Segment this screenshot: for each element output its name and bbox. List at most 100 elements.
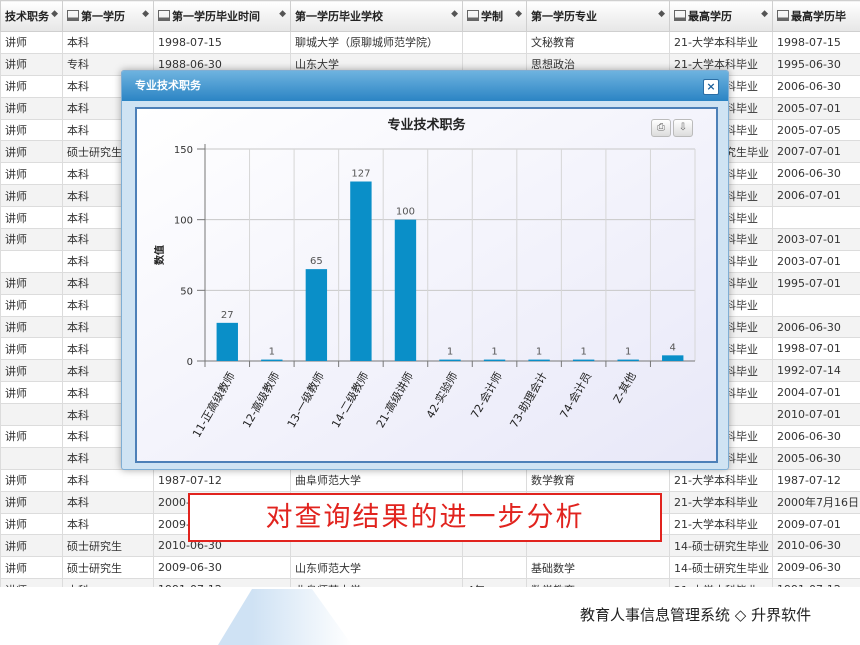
table-cell: 曲阜师范大学 — [290, 468, 463, 492]
table-cell: 硕士研究生 — [62, 556, 154, 580]
x-tick-label: 42-实验师 — [423, 370, 461, 421]
bar — [528, 359, 550, 362]
table-cell — [462, 468, 527, 492]
column-header[interactable]: 第一学历毕业学校 ◆ — [290, 0, 463, 32]
sort-icon[interactable]: ◆ — [279, 9, 286, 19]
chart-icon[interactable] — [777, 10, 789, 21]
print-icon[interactable]: ⎙ — [651, 119, 671, 137]
table-cell: 基础数学 — [526, 556, 670, 580]
column-header[interactable]: 第一学历专业 ◆ — [526, 0, 670, 32]
table-row[interactable]: 讲师 本科 1987-07-12 曲阜师范大学 数学教育 21-大学本科毕业 1987-07… — [0, 468, 860, 492]
table-cell: 2009-06-30 — [772, 556, 860, 580]
column-header-label: 第一学历 — [81, 10, 125, 23]
chart-icon[interactable] — [467, 10, 479, 21]
table-cell — [0, 403, 63, 427]
table-cell: 2006-07-01 — [772, 184, 860, 208]
sort-icon[interactable]: ◆ — [515, 9, 522, 19]
bar — [350, 181, 372, 361]
bar — [662, 355, 684, 361]
data-label: 65 — [310, 256, 323, 267]
analysis-callout: 对查询结果的进一步分析 — [188, 493, 662, 542]
table-cell: 讲师 — [0, 534, 63, 558]
table-cell: 21-大学本科毕业 — [669, 31, 773, 54]
table-cell: 文秘教育 — [526, 31, 670, 54]
table-cell: 2007-07-01 — [772, 140, 860, 164]
table-row[interactable]: 讲师 硕士研究生 2009-06-30 山东师范大学 基础数学 14-硕士研究生毕业 200… — [0, 556, 860, 580]
table-cell: 聊城大学（原聊城师范学院） — [290, 31, 463, 54]
table-cell — [462, 556, 527, 580]
chart-icon[interactable] — [674, 10, 686, 21]
table-cell: 1998-07-15 — [772, 31, 860, 54]
x-tick-label: 12-高级教师 — [239, 370, 282, 431]
table-cell: 1987-07-12 — [153, 468, 291, 492]
column-header-label: 学制 — [481, 10, 503, 23]
data-label: 100 — [396, 207, 415, 218]
column-header[interactable]: 最高学历毕 — [772, 0, 860, 32]
column-header[interactable]: 第一学历 ◆ — [62, 0, 154, 32]
x-tick-label: 21-高级讲师 — [373, 370, 416, 431]
table-row[interactable]: 讲师 本科 1998-07-15 聊城大学（原聊城师范学院） 文秘教育 21-大学本科毕业… — [0, 31, 860, 54]
sort-icon[interactable]: ◆ — [761, 9, 768, 19]
table-cell: 14-硕士研究生毕业 — [669, 556, 773, 580]
table-cell: 2005-07-05 — [772, 118, 860, 142]
data-label: 27 — [221, 310, 234, 321]
table-cell: 讲师 — [0, 52, 63, 76]
column-header-label: 技术职务 — [5, 10, 49, 23]
chart-icon[interactable] — [67, 10, 79, 21]
sort-icon[interactable]: ◆ — [451, 9, 458, 19]
table-cell: 讲师 — [0, 556, 63, 580]
table-cell: 2003-07-01 — [772, 249, 860, 273]
data-label: 1 — [536, 347, 542, 358]
table-cell: 讲师 — [0, 512, 63, 536]
export-icon[interactable]: ⇩ — [673, 119, 693, 137]
y-tick-label: 150 — [174, 145, 193, 156]
column-header-label: 第一学历专业 — [531, 10, 597, 23]
table-cell: 讲师 — [0, 74, 63, 98]
table-cell: 2003-07-01 — [772, 228, 860, 251]
bar — [572, 359, 595, 362]
table-cell: 2005-06-30 — [772, 446, 860, 470]
table-cell: 2006-06-30 — [772, 425, 860, 448]
chart-icon[interactable] — [158, 10, 170, 21]
column-header[interactable]: 学制 ◆ — [462, 0, 527, 32]
y-tick-label: 50 — [180, 286, 193, 297]
sort-icon[interactable]: ◆ — [142, 9, 149, 19]
sort-icon[interactable]: ◆ — [658, 9, 665, 19]
column-header-label: 第一学历毕业时间 — [172, 10, 260, 23]
x-tick-label: 73-助理会计 — [507, 370, 550, 431]
x-tick-label: 11-正高级教师 — [189, 370, 238, 440]
column-header-label: 最高学历毕 — [791, 10, 846, 23]
x-tick-label: 74-会计员 — [557, 370, 594, 421]
bar — [394, 219, 417, 361]
data-label: 1 — [625, 347, 631, 358]
table-cell: 讲师 — [0, 337, 63, 361]
table-cell: 2009-07-01 — [772, 512, 860, 536]
table-cell: 讲师 — [0, 140, 63, 164]
table-cell: 本科 — [62, 490, 154, 514]
y-tick-label: 0 — [187, 357, 193, 368]
y-tick-label: 100 — [174, 216, 193, 227]
decorative-shape — [218, 589, 252, 645]
close-icon[interactable]: × — [703, 79, 719, 95]
column-header[interactable]: 最高学历 ◆ — [669, 0, 773, 32]
table-cell: 讲师 — [0, 162, 63, 186]
table-cell: 1992-07-14 — [772, 359, 860, 383]
bar — [617, 359, 639, 362]
x-tick-label: Z-其他 — [611, 370, 639, 405]
table-cell: 1998-07-15 — [153, 31, 291, 54]
bar — [216, 322, 238, 361]
column-header[interactable]: 第一学历毕业时间 ◆ — [153, 0, 291, 32]
table-cell: 2006-06-30 — [772, 74, 860, 98]
table-cell: 21-大学本科毕业 — [669, 512, 773, 536]
column-header[interactable]: 技术职务 ◆ — [0, 0, 63, 32]
table-cell: 讲师 — [0, 271, 63, 295]
bar — [261, 359, 283, 362]
table-cell: 1987-07-12 — [772, 468, 860, 492]
sort-icon[interactable]: ◆ — [51, 9, 58, 19]
table-cell: 讲师 — [0, 359, 63, 383]
table-cell: 讲师 — [0, 206, 63, 230]
table-cell: 硕士研究生 — [62, 534, 154, 558]
bar — [305, 269, 328, 361]
table-cell: 2009-06-30 — [153, 556, 291, 580]
dialog-titlebar[interactable]: 专业技术职务 × — [122, 71, 728, 101]
